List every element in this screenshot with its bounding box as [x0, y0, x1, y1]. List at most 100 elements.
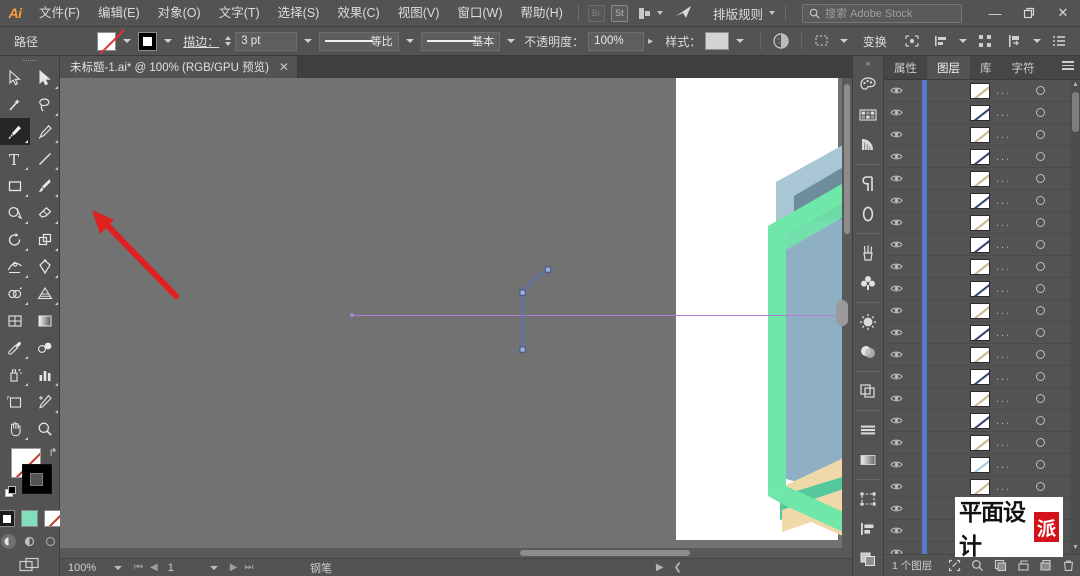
stroke-weight-input[interactable]: 3 pt [235, 31, 298, 51]
next-artboard-icon[interactable]: ▶ [230, 562, 238, 573]
free-transform-tool[interactable] [30, 253, 60, 280]
layer-visibility-icon[interactable] [884, 394, 908, 403]
opacity-input[interactable]: 100% [588, 31, 645, 51]
layer-visibility-icon[interactable] [884, 526, 908, 535]
stock-icon[interactable]: St [610, 4, 628, 22]
layer-row[interactable]: ... [884, 212, 1080, 234]
layer-row[interactable]: ... [884, 278, 1080, 300]
layer-name-label[interactable]: ... [996, 173, 1011, 185]
selection-tool[interactable] [0, 64, 30, 91]
layer-target-circle[interactable] [1036, 152, 1045, 161]
shape-builder-tool[interactable] [0, 280, 30, 307]
layer-name-label[interactable]: ... [996, 459, 1011, 471]
eraser-tool[interactable] [30, 199, 60, 226]
artwork[interactable] [676, 78, 852, 540]
layer-row[interactable]: ... [884, 190, 1080, 212]
layer-target-circle[interactable] [1036, 196, 1045, 205]
layer-target-circle[interactable] [1036, 306, 1045, 315]
gradient-panel-icon[interactable] [852, 445, 884, 475]
arrange-documents-icon[interactable] [638, 7, 651, 19]
layer-visibility-icon[interactable] [884, 306, 908, 315]
artboards-panel-icon[interactable] [852, 484, 884, 514]
layer-visibility-icon[interactable] [884, 482, 908, 491]
draw-behind-icon[interactable] [22, 534, 37, 549]
brushes-panel-icon[interactable] [852, 238, 884, 268]
stroke-chevron-icon[interactable] [164, 39, 173, 43]
zoom-level-input[interactable]: 100% [68, 562, 110, 574]
menu-help[interactable]: 帮助(H) [512, 0, 572, 27]
stroke-profile-select[interactable]: 等比 [319, 31, 399, 51]
layer-target-circle[interactable] [1036, 262, 1045, 271]
status-prev-icon[interactable]: ❮ [674, 562, 682, 573]
magic-wand-tool[interactable] [0, 91, 30, 118]
layer-row[interactable]: ... [884, 388, 1080, 410]
brush-chevron-icon[interactable] [507, 39, 516, 43]
minimize-button[interactable]: — [978, 0, 1012, 27]
layer-row[interactable]: ... [884, 80, 1080, 102]
layer-row[interactable]: ... [884, 432, 1080, 454]
tab-properties[interactable]: 属性 [884, 56, 927, 79]
layer-visibility-icon[interactable] [884, 240, 908, 249]
hand-tool[interactable] [0, 415, 30, 442]
tab-libraries[interactable]: 库 [970, 56, 1002, 79]
menu-effect[interactable]: 效果(C) [328, 0, 388, 27]
stock-search-box[interactable]: 搜索 Adobe Stock [802, 3, 962, 23]
paintbrush-tool[interactable] [30, 172, 60, 199]
transform-button[interactable]: 变换 [863, 33, 887, 50]
layer-target-circle[interactable] [1036, 394, 1045, 403]
menu-object[interactable]: 对象(O) [149, 0, 210, 27]
arrange-objects-icon[interactable] [1004, 30, 1026, 52]
layer-row[interactable]: ... [884, 322, 1080, 344]
lasso-tool[interactable] [30, 91, 60, 118]
layer-row[interactable]: ... [884, 124, 1080, 146]
fill-chevron-icon[interactable] [123, 39, 132, 43]
transform-panel-icon[interactable] [852, 415, 884, 445]
opacity-arrow-icon[interactable]: ▸ [648, 36, 653, 47]
layer-visibility-icon[interactable] [884, 218, 908, 227]
stroke-weight-chevron-icon[interactable] [304, 39, 313, 43]
direct-selection-tool[interactable] [30, 64, 60, 91]
align-objects-icon[interactable] [931, 30, 953, 52]
scale-tool[interactable] [30, 226, 60, 253]
menu-edit[interactable]: 编辑(E) [89, 0, 149, 27]
layer-target-circle[interactable] [1036, 174, 1045, 183]
new-layer-button[interactable] [1034, 555, 1057, 576]
shaper-tool[interactable] [0, 199, 30, 226]
fill-color-swatch[interactable] [97, 31, 117, 51]
layer-name-label[interactable]: ... [996, 283, 1011, 295]
arrange-chevron2-icon[interactable] [1033, 39, 1042, 43]
layer-target-circle[interactable] [1036, 240, 1045, 249]
rotate-tool[interactable] [0, 226, 30, 253]
layer-row[interactable]: ... [884, 454, 1080, 476]
color-panel-icon[interactable] [852, 70, 884, 100]
layer-name-label[interactable]: ... [996, 107, 1011, 119]
menu-window[interactable]: 窗口(W) [448, 0, 511, 27]
artboard-tool[interactable]: F [0, 388, 30, 415]
layer-name-label[interactable]: ... [996, 349, 1011, 361]
layer-row[interactable]: ... [884, 366, 1080, 388]
profile-chevron-icon[interactable] [405, 39, 414, 43]
layer-visibility-icon[interactable] [884, 372, 908, 381]
color-guide-panel-icon[interactable] [852, 130, 884, 160]
stroke-swatch[interactable] [21, 464, 52, 494]
restore-button[interactable] [1012, 0, 1046, 27]
character-panel-icon[interactable] [852, 199, 884, 229]
layer-visibility-icon[interactable] [884, 262, 908, 271]
bridge-icon[interactable]: Br [587, 4, 605, 22]
status-next-icon[interactable]: ▶ [656, 562, 664, 573]
canvas-horizontal-scrollbar[interactable] [60, 548, 852, 558]
graphic-style-swatch[interactable] [705, 32, 730, 50]
layer-target-circle[interactable] [1036, 482, 1045, 491]
layer-name-label[interactable]: ... [996, 151, 1011, 163]
eyedropper-tool[interactable] [0, 334, 30, 361]
layer-row[interactable]: ... [884, 410, 1080, 432]
layer-name-label[interactable]: ... [996, 85, 1011, 97]
delete-layer-button[interactable] [1057, 555, 1080, 576]
style-chevron-icon[interactable] [736, 39, 745, 43]
layer-name-label[interactable]: ... [996, 393, 1011, 405]
close-button[interactable]: ✕ [1046, 0, 1080, 27]
layer-visibility-icon[interactable] [884, 196, 908, 205]
layer-visibility-icon[interactable] [884, 130, 908, 139]
swatches-panel-icon[interactable] [852, 100, 884, 130]
horizontal-scroll-thumb[interactable] [520, 550, 690, 556]
